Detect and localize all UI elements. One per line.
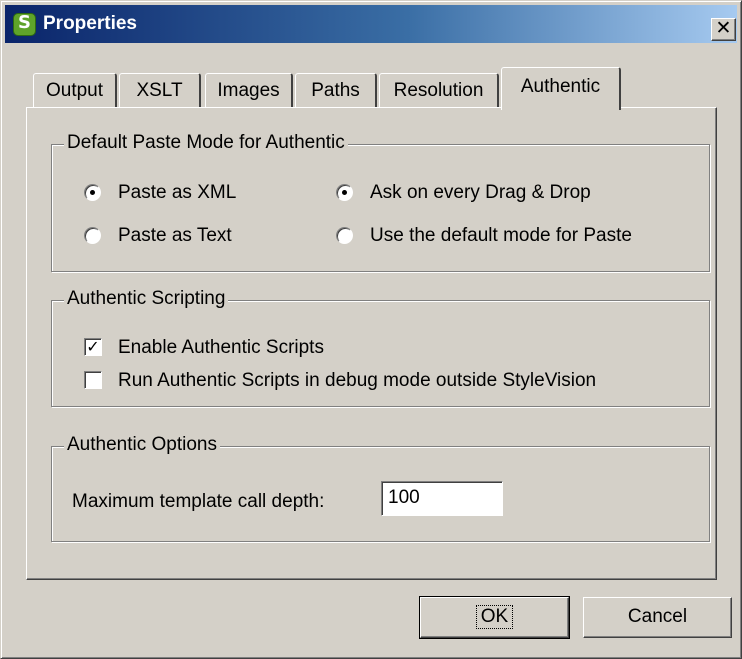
tab-authentic[interactable]: Authentic xyxy=(501,67,621,110)
template-depth-label: Maximum template call depth: xyxy=(72,491,325,512)
authentic-options-group: Authentic Options Maximum template call … xyxy=(51,434,710,542)
tab-images[interactable]: Images xyxy=(205,73,293,108)
debug-scripts-checkbox[interactable] xyxy=(84,371,102,389)
close-icon: ✕ xyxy=(715,17,732,39)
enable-scripts-checkbox[interactable]: ✓ xyxy=(84,338,102,356)
paste-as-text-radio[interactable] xyxy=(84,227,101,244)
paste-mode-group: Default Paste Mode for Authentic Paste a… xyxy=(51,132,710,272)
tab-xslt[interactable]: XSLT xyxy=(119,73,201,108)
ask-drag-drop-label: Ask on every Drag & Drop xyxy=(370,182,591,203)
default-paste-mode-radio[interactable] xyxy=(336,227,353,244)
default-paste-mode-label: Use the default mode for Paste xyxy=(370,225,632,246)
template-depth-input[interactable]: 100 xyxy=(381,481,503,516)
paste-as-xml-radio[interactable] xyxy=(84,184,101,201)
tab-paths[interactable]: Paths xyxy=(295,73,377,108)
tab-output[interactable]: Output xyxy=(33,73,117,108)
enable-scripts-label: Enable Authentic Scripts xyxy=(118,337,324,358)
scripting-legend: Authentic Scripting xyxy=(64,288,229,310)
paste-mode-legend: Default Paste Mode for Authentic xyxy=(64,132,348,154)
stylevision-app-icon: S xyxy=(13,12,36,36)
paste-as-xml-label: Paste as XML xyxy=(118,182,237,203)
ask-drag-drop-radio[interactable] xyxy=(336,184,353,201)
close-button[interactable]: ✕ xyxy=(711,18,736,41)
paste-as-text-label: Paste as Text xyxy=(118,225,232,246)
debug-scripts-label: Run Authentic Scripts in debug mode outs… xyxy=(118,370,597,391)
authentic-options-legend: Authentic Options xyxy=(64,434,220,456)
properties-dialog: S Properties ✕ Output XSLT Images Paths … xyxy=(0,0,742,659)
authentic-tab-panel: Default Paste Mode for Authentic Paste a… xyxy=(26,107,717,580)
ok-button[interactable]: OK xyxy=(419,596,570,639)
title-bar[interactable]: S Properties ✕ xyxy=(5,5,737,43)
scripting-group: Authentic Scripting ✓ Enable Authentic S… xyxy=(51,288,710,407)
cancel-button[interactable]: Cancel xyxy=(583,597,732,638)
window-title: Properties xyxy=(43,13,137,34)
tab-resolution[interactable]: Resolution xyxy=(379,73,499,108)
